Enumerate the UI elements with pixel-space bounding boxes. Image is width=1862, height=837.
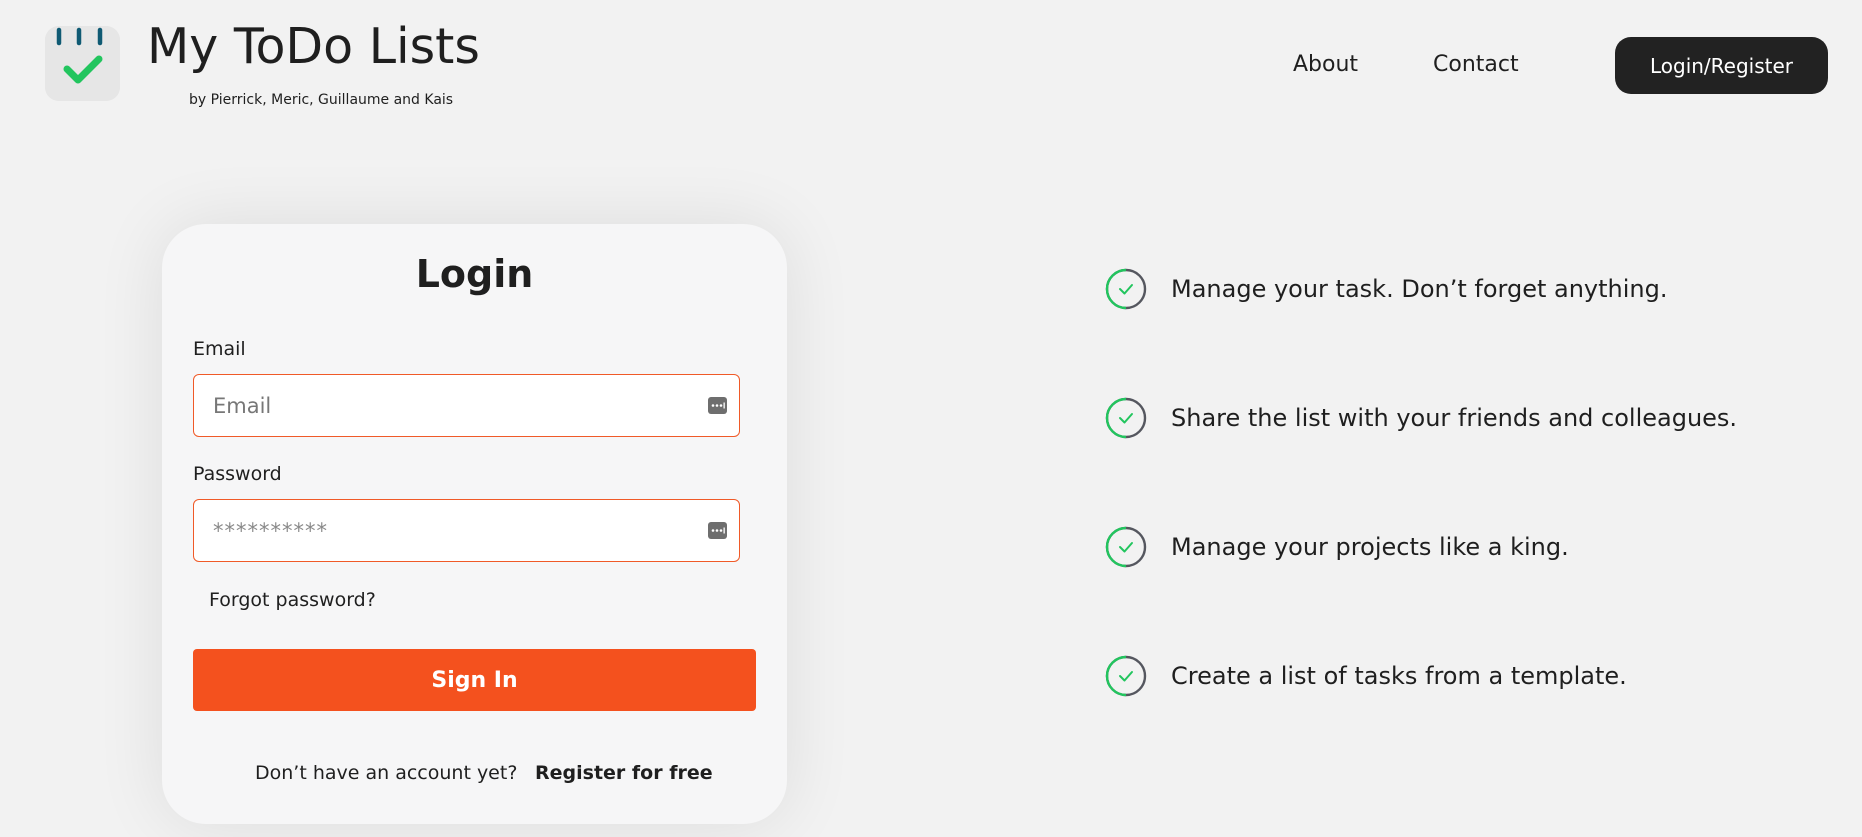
check-circle-icon bbox=[1105, 526, 1147, 568]
login-title: Login bbox=[415, 252, 534, 296]
password-manager-icon[interactable] bbox=[708, 397, 727, 414]
check-circle-icon bbox=[1105, 397, 1147, 439]
password-field-wrapper bbox=[193, 499, 740, 562]
password-label: Password bbox=[193, 463, 282, 485]
feature-item: Create a list of tasks from a template. bbox=[1105, 654, 1627, 698]
no-account-text: Don’t have an account yet? bbox=[255, 762, 518, 784]
login-card: Login Email Password bbox=[162, 224, 787, 824]
app-logo-icon[interactable] bbox=[45, 26, 120, 101]
page: My ToDo Lists by Pierrick, Meric, Guilla… bbox=[0, 0, 1862, 837]
brand-title[interactable]: My ToDo Lists bbox=[147, 18, 480, 75]
password-input[interactable] bbox=[194, 500, 739, 561]
feature-text: Manage your projects like a king. bbox=[1171, 533, 1569, 561]
login-register-button[interactable]: Login/Register bbox=[1615, 37, 1828, 94]
brand-subtitle: by Pierrick, Meric, Guillaume and Kais bbox=[189, 92, 454, 108]
check-circle-icon bbox=[1105, 655, 1147, 697]
forgot-password-link[interactable]: Forgot password? bbox=[209, 589, 376, 611]
email-label: Email bbox=[193, 338, 246, 360]
feature-item: Share the list with your friends and col… bbox=[1105, 396, 1737, 440]
feature-text: Manage your task. Don’t forget anything. bbox=[1171, 275, 1668, 303]
nav-about-link[interactable]: About bbox=[1293, 52, 1358, 77]
register-link[interactable]: Register for free bbox=[535, 762, 713, 784]
email-input[interactable] bbox=[194, 375, 739, 436]
feature-item: Manage your task. Don’t forget anything. bbox=[1105, 267, 1667, 311]
password-manager-icon[interactable] bbox=[708, 522, 727, 539]
check-circle-icon bbox=[1105, 268, 1147, 310]
feature-text: Share the list with your friends and col… bbox=[1171, 404, 1738, 432]
sign-in-button[interactable]: Sign In bbox=[193, 649, 756, 711]
nav-contact-link[interactable]: Contact bbox=[1433, 52, 1519, 77]
feature-item: Manage your projects like a king. bbox=[1105, 525, 1569, 569]
email-field-wrapper bbox=[193, 374, 740, 437]
feature-text: Create a list of tasks from a template. bbox=[1171, 662, 1627, 690]
